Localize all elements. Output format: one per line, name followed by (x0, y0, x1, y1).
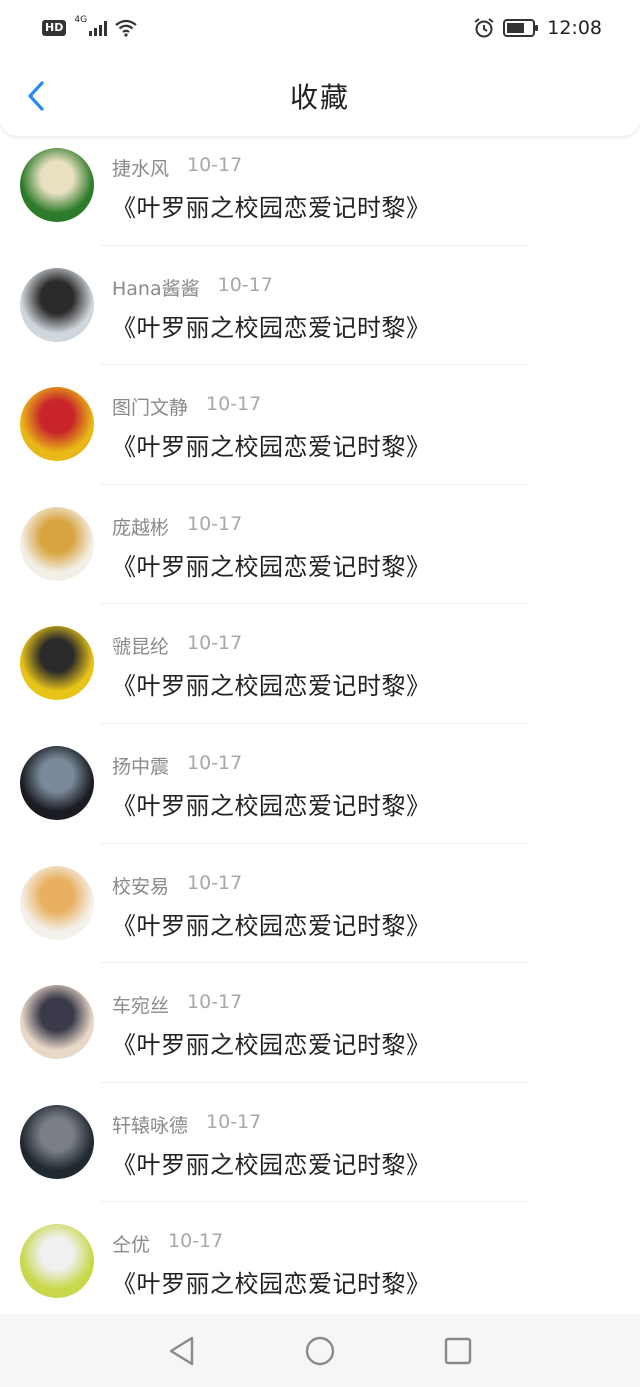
back-chevron-icon (28, 81, 44, 111)
status-bar: HD 4G 12:08 (0, 0, 640, 56)
item-meta: 扬中震 10-17 (112, 752, 242, 779)
author-name: 轩辕咏德 (112, 1114, 189, 1137)
item-title[interactable]: 《叶罗丽之校园恋爱记时黎》 (112, 1025, 431, 1060)
item-date: 10-17 (187, 751, 243, 774)
hd-badge: HD (42, 20, 67, 36)
divider (100, 962, 530, 964)
item-meta: 校安易 10-17 (112, 872, 242, 899)
item-date: 10-17 (217, 273, 273, 296)
item-date: 10-17 (187, 512, 243, 535)
avatar[interactable] (20, 626, 94, 701)
divider (100, 364, 530, 366)
list-item[interactable]: 庞越彬 10-17 《叶罗丽之校园恋爱记时黎》 (0, 499, 640, 619)
item-meta: 捷水风 10-17 (112, 154, 242, 181)
author-name: 仝优 (112, 1234, 151, 1257)
avatar[interactable] (20, 148, 94, 222)
back-button[interactable] (18, 78, 54, 114)
divider (100, 1081, 530, 1083)
nav-home-button[interactable] (300, 1331, 340, 1371)
item-date: 10-17 (206, 1110, 262, 1133)
divider (100, 722, 530, 724)
avatar[interactable] (20, 985, 94, 1060)
author-name: 车宛丝 (112, 995, 170, 1018)
item-meta: 虢昆纶 10-17 (112, 632, 242, 659)
battery-icon (503, 19, 539, 37)
author-name: Hana酱酱 (112, 277, 200, 300)
divider (100, 842, 530, 844)
nav-recents-button[interactable] (438, 1331, 478, 1371)
item-title[interactable]: 《叶罗丽之校园恋爱记时黎》 (112, 547, 431, 582)
item-meta: 车宛丝 10-17 (112, 991, 242, 1018)
status-left: HD 4G (42, 15, 137, 37)
page-title: 收藏 (289, 81, 350, 114)
divider (100, 603, 530, 605)
list-item[interactable]: 虢昆纶 10-17 《叶罗丽之校园恋爱记时黎》 (0, 618, 640, 738)
author-name: 捷水风 (112, 158, 170, 180)
author-name: 图门文静 (112, 397, 189, 420)
list-item[interactable]: 校安易 10-17 《叶罗丽之校园恋爱记时黎》 (0, 858, 640, 978)
item-date: 10-17 (187, 154, 243, 176)
avatar[interactable] (20, 1104, 94, 1179)
divider (100, 244, 530, 246)
nav-back-button[interactable] (162, 1331, 202, 1371)
list-item[interactable]: 图门文静 10-17 《叶罗丽之校园恋爱记时黎》 (0, 379, 640, 499)
signal-icon (89, 20, 108, 36)
item-meta: 轩辕咏德 10-17 (112, 1111, 261, 1138)
avatar[interactable] (20, 267, 94, 342)
app-header: 收藏 (0, 56, 640, 136)
author-name: 虢昆纶 (112, 636, 170, 659)
author-name: 校安易 (112, 875, 170, 898)
square-recents-icon (444, 1337, 472, 1364)
item-meta: 仝优 10-17 (112, 1230, 223, 1257)
item-title[interactable]: 《叶罗丽之校园恋爱记时黎》 (112, 1264, 431, 1299)
item-meta: 图门文静 10-17 (112, 393, 261, 420)
list-item[interactable]: 车宛丝 10-17 《叶罗丽之校园恋爱记时黎》 (0, 977, 640, 1097)
item-title[interactable]: 《叶罗丽之校园恋爱记时黎》 (112, 1145, 431, 1180)
item-title[interactable]: 《叶罗丽之校园恋爱记时黎》 (112, 666, 431, 701)
author-name: 庞越彬 (112, 516, 170, 539)
avatar[interactable] (20, 745, 94, 820)
clock-time: 12:08 (547, 17, 602, 39)
divider (100, 1201, 530, 1203)
divider (100, 483, 530, 485)
status-right: 12:08 (473, 17, 602, 39)
triangle-back-icon (169, 1336, 194, 1365)
list-item[interactable]: Hana酱酱 10-17 《叶罗丽之校园恋爱记时黎》 (0, 260, 640, 380)
avatar[interactable] (20, 865, 94, 940)
network-type: 4G (74, 15, 88, 25)
item-date: 10-17 (187, 632, 243, 655)
avatar[interactable] (20, 387, 94, 462)
favorites-list: 捷水风 10-17 《叶罗丽之校园恋爱记时黎》 Hana酱酱 10-17 《叶罗丽之校园恋… (0, 140, 640, 1336)
item-title[interactable]: 《叶罗丽之校园恋爱记时黎》 (112, 188, 431, 223)
system-nav-bar (0, 1314, 640, 1387)
avatar[interactable] (20, 1224, 94, 1299)
item-date: 10-17 (187, 871, 243, 894)
list-item[interactable]: 扬中震 10-17 《叶罗丽之校园恋爱记时黎》 (0, 738, 640, 858)
circle-home-icon (305, 1336, 335, 1365)
item-date: 10-17 (187, 991, 243, 1014)
wifi-icon (115, 19, 137, 37)
item-meta: Hana酱酱 10-17 (112, 274, 273, 301)
author-name: 扬中震 (112, 755, 170, 778)
alarm-icon (474, 18, 494, 38)
list-item[interactable]: 捷水风 10-17 《叶罗丽之校园恋爱记时黎》 (0, 140, 640, 260)
item-title[interactable]: 《叶罗丽之校园恋爱记时黎》 (112, 308, 431, 343)
avatar[interactable] (20, 506, 94, 581)
item-date: 10-17 (168, 1230, 224, 1253)
item-title[interactable]: 《叶罗丽之校园恋爱记时黎》 (112, 786, 431, 821)
list-item[interactable]: 轩辕咏德 10-17 《叶罗丽之校园恋爱记时黎》 (0, 1097, 640, 1217)
item-meta: 庞越彬 10-17 (112, 513, 242, 540)
item-date: 10-17 (206, 393, 262, 416)
item-title[interactable]: 《叶罗丽之校园恋爱记时黎》 (112, 906, 431, 941)
item-title[interactable]: 《叶罗丽之校园恋爱记时黎》 (112, 427, 431, 462)
